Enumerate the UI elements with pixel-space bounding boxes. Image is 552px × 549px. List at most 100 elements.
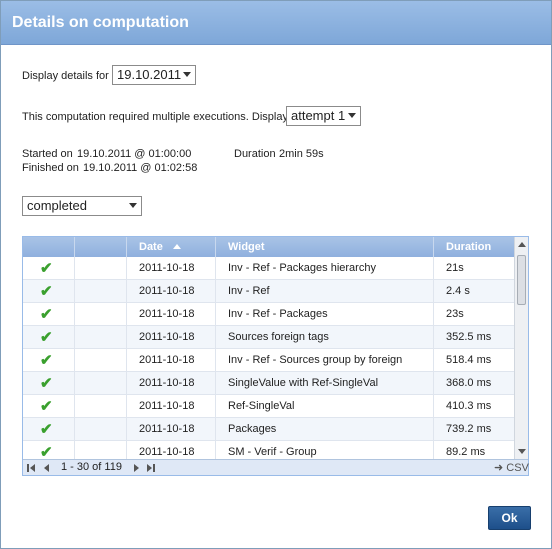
date-cell: 2011-10-18 — [127, 418, 216, 441]
duration-cell: 368.0 ms — [446, 377, 492, 389]
checkmark-icon: ✔ — [40, 421, 53, 438]
date-cell: 2011-10-18 — [127, 280, 216, 303]
grid-header: Date Widget Duration — [23, 237, 515, 257]
grid-vertical-scrollbar[interactable] — [514, 237, 528, 459]
attempt-select[interactable]: attempt 1 — [286, 106, 361, 126]
status-cell: ✔ — [23, 280, 75, 303]
executions-grid: Date Widget Duration ✔ 2011-10-18 Inv - Re… — [22, 236, 529, 476]
ok-button[interactable]: Ok — [488, 506, 531, 530]
blank-cell — [75, 441, 127, 459]
widget-cell: Inv - Ref - Packages hierarchy — [216, 257, 434, 280]
previous-page-icon[interactable] — [42, 463, 52, 473]
checkmark-icon: ✔ — [40, 398, 53, 415]
duration-label: Duration — [234, 148, 276, 160]
widget-cell: Inv - Ref — [216, 280, 434, 303]
table-row[interactable]: ✔ 2011-10-18 Ref-SingleVal 410.3 ms — [23, 395, 515, 418]
checkmark-icon: ✔ — [40, 260, 53, 277]
grid-body: ✔ 2011-10-18 Inv - Ref - Packages hierarch… — [23, 257, 515, 459]
sort-ascending-icon — [172, 244, 181, 249]
status-cell: ✔ — [23, 303, 75, 326]
table-row[interactable]: ✔ 2011-10-18 Inv - Ref - Packages hierarch… — [23, 257, 515, 280]
last-page-icon[interactable] — [146, 463, 156, 473]
duration-value: 2min 59s — [279, 148, 324, 160]
date-cell: 2011-10-18 — [127, 303, 216, 326]
dialog-title: Details on computation — [12, 14, 189, 31]
multiple-executions-text: This computation required multiple execu… — [22, 111, 288, 123]
table-row[interactable]: ✔ 2011-10-18 SM - Verif - Group 89.2 ms — [23, 441, 515, 459]
column-header-widget[interactable]: Widget — [216, 237, 434, 257]
table-row[interactable]: ✔ 2011-10-18 Inv - Ref - Sources group by … — [23, 349, 515, 372]
widget-cell: Ref-SingleVal — [216, 395, 434, 418]
status-cell: ✔ — [23, 257, 75, 280]
checkmark-icon: ✔ — [40, 375, 53, 392]
display-details-value: 19.10.2011 — [117, 67, 182, 82]
table-row[interactable]: ✔ 2011-10-18 SingleValue with Ref-SingleVa… — [23, 372, 515, 395]
chevron-down-icon — [348, 113, 356, 118]
status-cell: ✔ — [23, 395, 75, 418]
date-cell: 2011-10-18 — [127, 372, 216, 395]
computation-details-dialog: Details on computation Display details f… — [0, 0, 552, 549]
first-page-icon[interactable] — [27, 463, 37, 473]
blank-cell — [75, 257, 127, 280]
duration-cell: 89.2 ms — [446, 446, 486, 458]
display-details-select[interactable]: 19.10.2011 — [112, 65, 196, 85]
duration-cell: 410.3 ms — [446, 400, 492, 412]
date-cell: 2011-10-18 — [127, 441, 216, 459]
status-cell: ✔ — [23, 418, 75, 441]
widget-cell: Inv - Ref - Packages — [216, 303, 434, 326]
date-cell: 2011-10-18 — [127, 349, 216, 372]
status-filter-value: completed — [27, 198, 87, 213]
attempt-value: attempt 1 — [291, 108, 346, 123]
widget-cell: Inv - Ref - Sources group by foreign — [216, 349, 434, 372]
started-label: Started on — [22, 148, 73, 160]
scroll-down-icon[interactable] — [518, 449, 526, 454]
blank-cell — [75, 372, 127, 395]
date-cell: 2011-10-18 — [127, 326, 216, 349]
chevron-down-icon — [183, 72, 191, 77]
next-page-icon[interactable] — [132, 463, 142, 473]
chevron-down-icon — [129, 203, 137, 208]
duration-cell: 739.2 ms — [446, 423, 492, 435]
table-row[interactable]: ✔ 2011-10-18 Inv - Ref - Packages 23s — [23, 303, 515, 326]
column-header-status[interactable] — [23, 237, 75, 257]
blank-cell — [75, 280, 127, 303]
status-cell: ✔ — [23, 441, 75, 459]
column-header-date[interactable]: Date — [127, 237, 216, 257]
widget-cell: Sources foreign tags — [216, 326, 434, 349]
date-cell: 2011-10-18 — [127, 395, 216, 418]
export-arrow-icon: ➜ — [494, 462, 504, 474]
started-value: 19.10.2011 @ 01:00:00 — [77, 148, 192, 160]
duration-cell: 2.4 s — [446, 285, 470, 297]
pager-range: 1 - 30 of 119 — [61, 461, 122, 473]
duration-cell: 352.5 ms — [446, 331, 492, 343]
blank-cell — [75, 326, 127, 349]
scroll-thumb[interactable] — [517, 255, 526, 305]
checkmark-icon: ✔ — [40, 352, 53, 369]
display-details-label: Display details for — [22, 70, 109, 82]
checkmark-icon: ✔ — [40, 444, 53, 459]
table-row[interactable]: ✔ 2011-10-18 Packages 739.2 ms — [23, 418, 515, 441]
widget-cell: SM - Verif - Group — [216, 441, 434, 459]
duration-cell: 21s — [446, 262, 464, 274]
duration-cell: 518.4 ms — [446, 354, 492, 366]
checkmark-icon: ✔ — [40, 329, 53, 346]
blank-cell — [75, 395, 127, 418]
csv-export-button[interactable]: ➜ CSV — [494, 461, 529, 474]
blank-cell — [75, 303, 127, 326]
widget-cell: SingleValue with Ref-SingleVal — [216, 372, 434, 395]
duration-cell: 23s — [446, 308, 464, 320]
widget-cell: Packages — [216, 418, 434, 441]
table-row[interactable]: ✔ 2011-10-18 Sources foreign tags 352.5 ms — [23, 326, 515, 349]
column-header-duration[interactable]: Duration — [434, 237, 515, 257]
status-cell: ✔ — [23, 349, 75, 372]
date-cell: 2011-10-18 — [127, 257, 216, 280]
checkmark-icon: ✔ — [40, 306, 53, 323]
column-header-blank[interactable] — [75, 237, 127, 257]
finished-label: Finished on — [22, 162, 79, 174]
scroll-up-icon[interactable] — [518, 242, 526, 247]
status-cell: ✔ — [23, 326, 75, 349]
status-filter-select[interactable]: completed — [22, 196, 142, 216]
status-cell: ✔ — [23, 372, 75, 395]
dialog-title-bar[interactable]: Details on computation — [1, 1, 551, 45]
table-row[interactable]: ✔ 2011-10-18 Inv - Ref 2.4 s — [23, 280, 515, 303]
